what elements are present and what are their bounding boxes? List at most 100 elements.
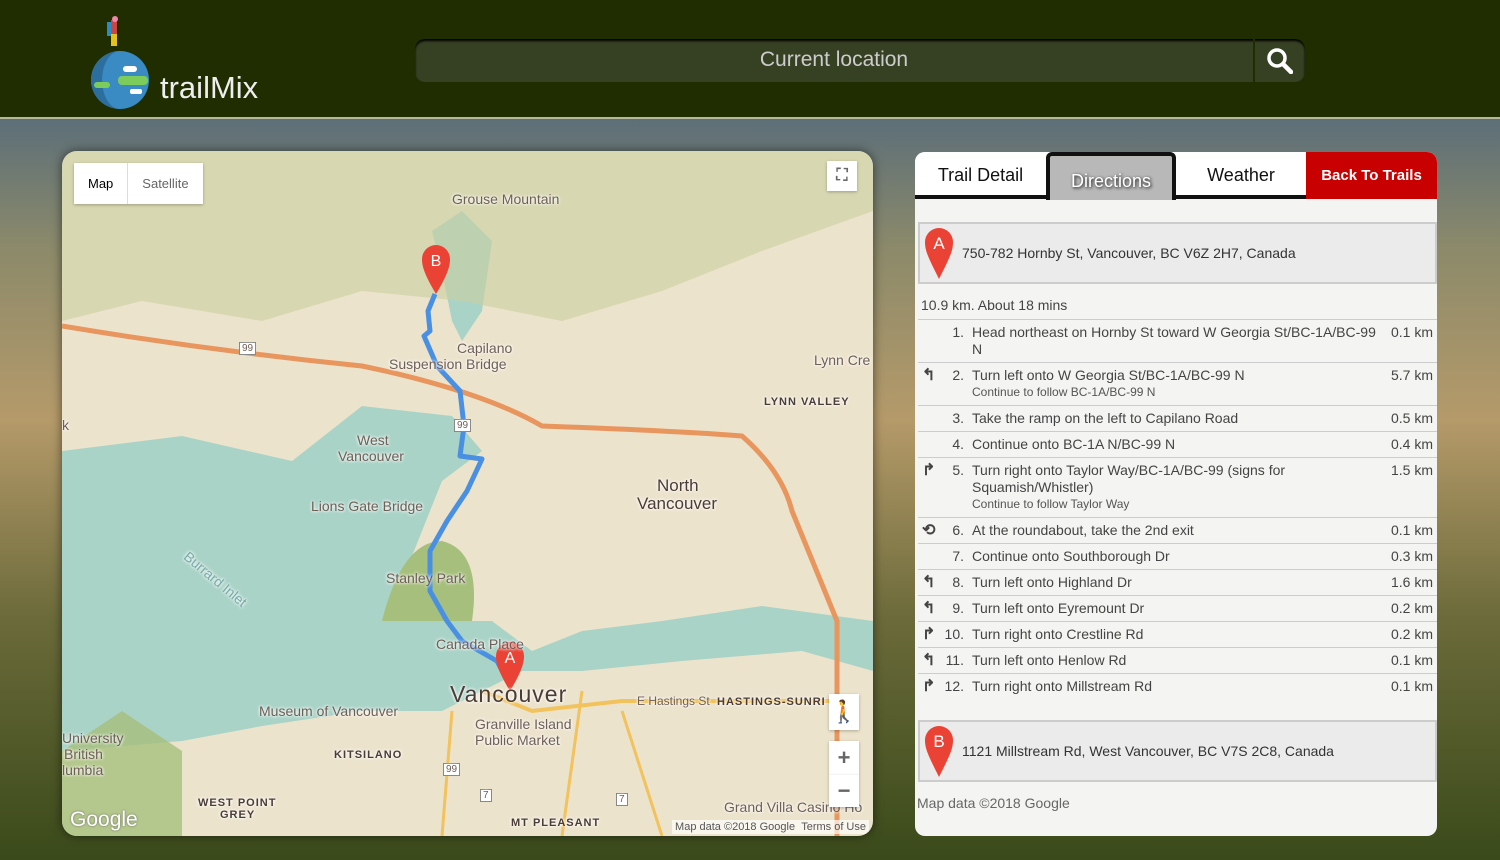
step-number: 3. (942, 405, 972, 432)
step-instruction: Turn right onto Millstream Rd (972, 678, 1152, 694)
brand-name: trailMix (160, 70, 259, 105)
zoom-out-button[interactable]: − (829, 775, 859, 807)
marker-b-label: B (431, 253, 442, 270)
step-text: Take the ramp on the left to Capilano Ro… (972, 405, 1379, 432)
direction-step[interactable]: ↱ 12. Turn right onto Millstream Rd 0.1 … (918, 673, 1437, 699)
tab-trail-detail[interactable]: Trail Detail (915, 152, 1046, 199)
map-label: Grouse Mountain (452, 191, 560, 207)
tab-directions[interactable]: Directions (1046, 152, 1176, 200)
turn-left-icon: ↰ (918, 362, 942, 406)
globe-hiker-icon (91, 16, 149, 109)
route-summary: 10.9 km. About 18 mins (921, 297, 1068, 313)
header: trailMix Current location (0, 0, 1500, 119)
back-to-trails-button[interactable]: Back To Trails (1306, 152, 1437, 199)
map-label: Vancouver (450, 681, 568, 707)
turn-left-icon: ↰ (918, 647, 942, 674)
no-maneuver-icon (918, 543, 942, 570)
map-base: B A (62, 151, 873, 836)
direction-step[interactable]: 7. Continue onto Southborough Dr 0.3 km (918, 543, 1437, 570)
step-number: 10. (942, 621, 972, 648)
direction-step[interactable]: ⟲ 6. At the roundabout, take the 2nd exi… (918, 517, 1437, 544)
step-instruction: Head northeast on Hornby St toward W Geo… (972, 324, 1376, 357)
direction-step[interactable]: 4. Continue onto BC-1A N/BC-99 N 0.4 km (918, 431, 1437, 458)
map-label: Capilano (457, 340, 513, 356)
direction-step[interactable]: ↱ 5. Turn right onto Taylor Way/BC-1A/BC… (918, 457, 1437, 518)
map-label: MT PLEASANT (511, 817, 601, 829)
highway-shield: 99 (239, 342, 257, 355)
step-number: 8. (942, 569, 972, 596)
step-instruction: Turn left onto Henlow Rd (972, 652, 1127, 668)
map-attribution: Map data ©2018 Google Terms of Use (672, 820, 869, 834)
step-instruction: Turn left onto Highland Dr (972, 574, 1132, 590)
step-text: Turn left onto Highland Dr (972, 569, 1379, 596)
step-number: 4. (942, 431, 972, 458)
svg-text:B: B (933, 732, 944, 751)
map-label: University (62, 730, 124, 746)
marker-a-label: A (505, 650, 516, 667)
direction-step[interactable]: 1. Head northeast on Hornby St toward W … (918, 319, 1437, 363)
no-maneuver-icon (918, 405, 942, 432)
map-label: Stanley Park (386, 570, 466, 586)
search-input[interactable]: Current location (415, 48, 1253, 72)
map-type-control[interactable]: Map Satellite (74, 163, 203, 204)
step-text: Turn right onto Crestline Rd (972, 621, 1379, 648)
turn-left-icon: ↰ (918, 569, 942, 596)
map-label: Canada Place (436, 636, 524, 652)
step-number: 2. (942, 362, 972, 406)
direction-step[interactable]: ↰ 8. Turn left onto Highland Dr 1.6 km (918, 569, 1437, 596)
step-instruction: Continue onto Southborough Dr (972, 548, 1170, 564)
direction-step[interactable]: ↰ 9. Turn left onto Eyremount Dr 0.2 km (918, 595, 1437, 622)
directions-steps: 1. Head northeast on Hornby St toward W … (918, 319, 1437, 699)
map-label: WEST POINT (198, 797, 277, 809)
tab-weather[interactable]: Weather (1176, 152, 1306, 199)
step-instruction: Turn right onto Crestline Rd (972, 626, 1144, 642)
tab-bar: Trail Detail Directions Weather Back To … (915, 152, 1437, 200)
direction-step[interactable]: ↱ 10. Turn right onto Crestline Rd 0.2 k… (918, 621, 1437, 648)
step-number: 6. (942, 517, 972, 544)
step-text: Turn left onto Henlow Rd (972, 647, 1379, 674)
step-number: 5. (942, 457, 972, 518)
terms-link[interactable]: Terms of Use (801, 821, 866, 833)
step-number: 1. (942, 319, 972, 363)
map-type-map-button[interactable]: Map (74, 163, 129, 204)
step-text: Continue onto BC-1A N/BC-99 N (972, 431, 1379, 458)
fullscreen-button[interactable]: ⛶ (827, 161, 857, 191)
turn-right-icon: ↱ (918, 457, 942, 518)
map-label: Suspension Bridge (389, 356, 507, 372)
step-instruction: Take the ramp on the left to Capilano Ro… (972, 410, 1239, 426)
step-number: 7. (942, 543, 972, 570)
highway-shield: 7 (616, 793, 628, 806)
map-label: Vancouver (338, 448, 404, 464)
step-instruction: Turn left onto Eyremount Dr (972, 600, 1145, 616)
step-number: 9. (942, 595, 972, 622)
step-distance: 0.3 km (1379, 543, 1437, 570)
turn-left-icon: ↰ (918, 595, 942, 622)
map-label: Vancouver (637, 494, 718, 513)
step-distance: 0.2 km (1379, 621, 1437, 648)
street-view-pegman-button[interactable]: 🚶 (829, 694, 859, 730)
map-label: LYNN VALLEY (764, 396, 850, 408)
map-label: Public Market (475, 732, 560, 748)
direction-step[interactable]: ↰ 2. Turn left onto W Georgia St/BC-1A/B… (918, 362, 1437, 406)
step-distance: 0.1 km (1379, 647, 1437, 674)
map-label: Lions Gate Bridge (311, 498, 424, 514)
directions-panel: Trail Detail Directions Weather Back To … (915, 152, 1437, 836)
step-distance: 0.1 km (1379, 517, 1437, 544)
map[interactable]: B A Grouse Mountain Capilano Suspension … (62, 151, 873, 836)
step-distance: 0.4 km (1379, 431, 1437, 458)
step-distance: 1.5 km (1379, 457, 1437, 518)
search-button[interactable] (1253, 39, 1305, 82)
step-distance: 5.7 km (1379, 362, 1437, 406)
roundabout-icon: ⟲ (918, 517, 942, 544)
direction-step[interactable]: 3. Take the ramp on the left to Capilano… (918, 405, 1437, 432)
step-distance: 0.1 km (1379, 673, 1437, 699)
search-bar[interactable]: Current location (415, 39, 1305, 82)
step-number: 11. (942, 647, 972, 674)
map-type-satellite-button[interactable]: Satellite (128, 163, 202, 204)
direction-step[interactable]: ↰ 11. Turn left onto Henlow Rd 0.1 km (918, 647, 1437, 674)
map-label: Granville Island (475, 716, 572, 732)
step-text: Head northeast on Hornby St toward W Geo… (972, 319, 1379, 363)
zoom-in-button[interactable]: + (829, 741, 859, 775)
step-distance: 1.6 km (1379, 569, 1437, 596)
map-label: E Hastings St (637, 694, 710, 708)
